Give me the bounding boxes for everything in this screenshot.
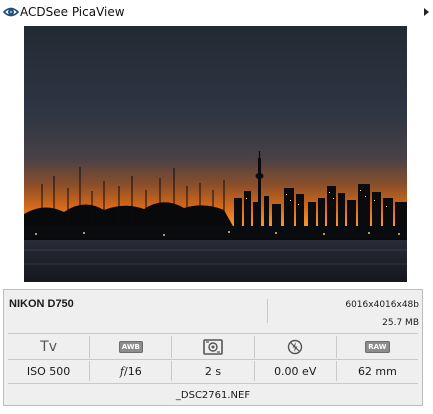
metering-cell: [172, 336, 255, 358]
exif-icon-row: Tv AWB RAW: [8, 336, 418, 358]
white-balance-icon: AWB: [118, 341, 143, 353]
aperture-number: /16: [123, 364, 142, 378]
shutter-value: 2 s: [204, 364, 222, 378]
iso-value: ISO 500: [26, 364, 71, 378]
iso-cell: ISO 500: [8, 361, 91, 381]
shooting-mode-icon: Tv: [40, 339, 58, 355]
exposure-compensation-value: 0.00 eV: [274, 364, 317, 378]
metering-icon: [203, 339, 223, 355]
focal-length-value: 62 mm: [357, 364, 397, 378]
filename: _DSC2761.NEF: [175, 390, 251, 401]
app-title: ACDSee PicaView: [20, 5, 125, 19]
exposure-cell: 0.00 eV: [255, 361, 337, 381]
exif-info-panel: NIKON D750 6016x4016x48b 25.7 MB Tv AWB: [3, 289, 423, 406]
acdsee-eye-icon: [3, 7, 19, 17]
aperture-cell: f/16: [90, 361, 173, 381]
shutter-cell: 2 s: [172, 361, 255, 381]
camera-model: NIKON D750: [9, 298, 74, 310]
raw-format-icon: RAW: [365, 341, 390, 353]
divider: [267, 299, 268, 323]
file-size: 25.7 MB: [382, 318, 419, 328]
submenu-arrow-icon[interactable]: [424, 8, 429, 16]
focal-length-cell: 62 mm: [337, 361, 418, 381]
aperture-value: f/16: [120, 365, 142, 378]
white-balance-cell: AWB: [90, 336, 173, 358]
flash-off-icon: [288, 339, 303, 355]
divider: [8, 359, 418, 360]
raw-format-cell: RAW: [337, 336, 418, 358]
flash-cell: [255, 336, 337, 358]
title-bar: ACDSee PicaView: [0, 0, 433, 24]
divider: [8, 333, 418, 334]
shooting-mode-cell: Tv: [8, 336, 91, 358]
exif-value-row: ISO 500 f/16 2 s 0.00 eV 62 mm: [8, 361, 418, 381]
photo-preview: [24, 26, 407, 282]
divider: [8, 383, 418, 384]
image-dimensions: 6016x4016x48b: [345, 300, 419, 310]
